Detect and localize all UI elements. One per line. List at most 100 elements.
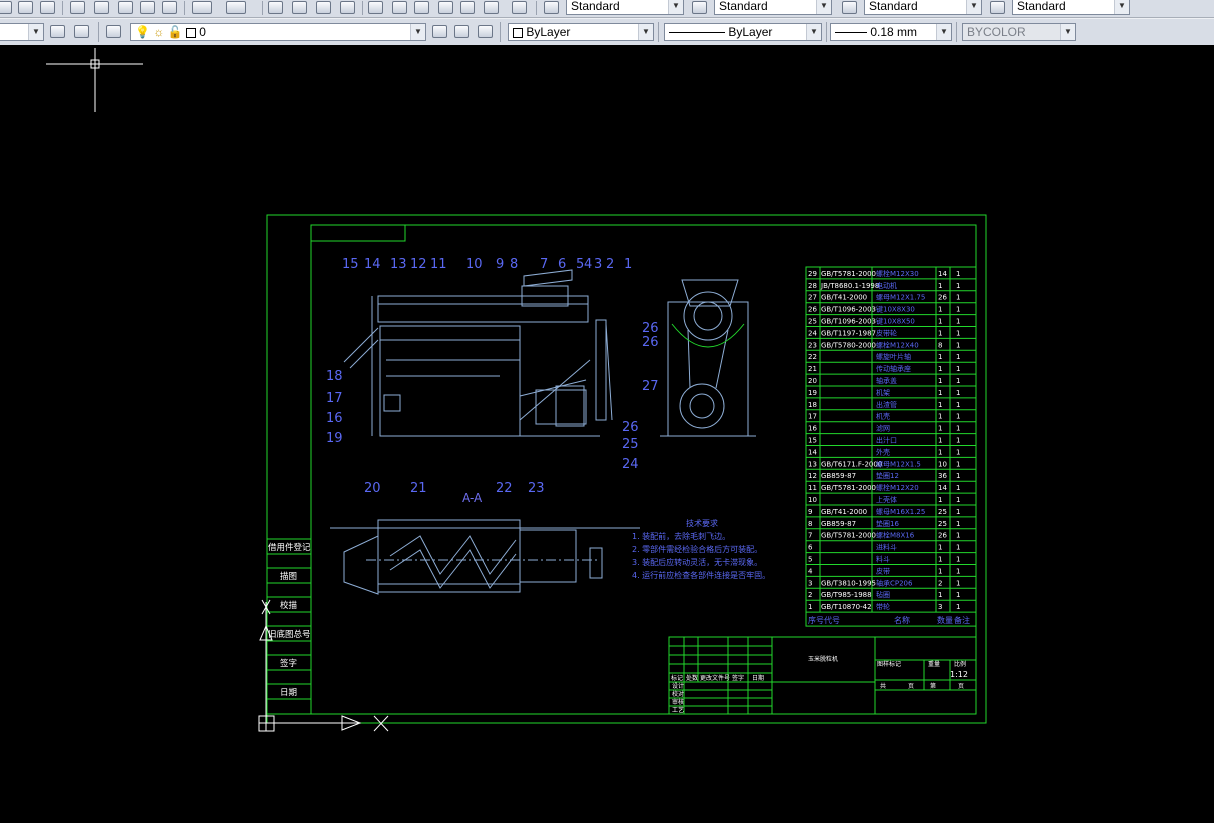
bom-cell: 1 (808, 603, 812, 611)
toolbar-separator (658, 22, 659, 42)
bom-header-cell: 名称 (894, 615, 910, 625)
dim-style-value: Standard (719, 0, 768, 13)
sheet-set-icon[interactable] (438, 1, 453, 14)
bom-cell: 1 (956, 341, 960, 349)
zoom-window-icon[interactable] (316, 1, 331, 14)
undo-icon[interactable] (192, 1, 212, 14)
zoom-previous-icon[interactable] (340, 1, 355, 14)
bom-cell: 1 (938, 544, 942, 552)
balloon-label: 6 (558, 257, 566, 272)
sidebar-labels: 借用件登记 描图 校描 旧底图总号 签字 日期 (268, 542, 311, 698)
bom-cell: 14 (938, 484, 947, 492)
bom-cell: GB/T5781-2000 (821, 532, 876, 540)
bom-cell: 8 (938, 341, 942, 349)
bom-cell: 1 (956, 437, 960, 445)
linetype-value: ByLayer (728, 25, 773, 39)
layer-properties-icon[interactable] (106, 25, 121, 38)
bom-cell: GB/T1197-1987 (821, 329, 876, 337)
linetype-sample-icon (669, 32, 725, 34)
bom-cell: 10 (938, 460, 947, 468)
table-style-select[interactable]: Standard ▼ (864, 0, 982, 15)
text-style-icon[interactable] (544, 1, 559, 14)
drawing-canvas[interactable]: 借用件登记 描图 校描 旧底图总号 签字 日期 A-A 15 14 13 12 … (0, 45, 1214, 819)
text-style-value: Standard (571, 0, 620, 13)
match-properties-icon[interactable] (140, 1, 155, 14)
title-block-label: 设计 (672, 682, 684, 690)
open-icon[interactable] (0, 1, 12, 14)
section-title: A-A (462, 491, 483, 505)
layer-select[interactable]: 💡 ☼ 🔓 0 ▼ (130, 23, 426, 41)
tool-palettes-icon[interactable] (414, 1, 429, 14)
title-block-label: 页 (908, 683, 914, 690)
toolbar-separator (262, 1, 263, 15)
bom-cell: 垫圈12 (876, 471, 899, 480)
make-current-icon[interactable] (432, 25, 447, 38)
markup-icon[interactable] (460, 1, 475, 14)
toolbar-separator (536, 1, 537, 15)
lineweight-select[interactable]: 0.18 mm ▼ (830, 23, 952, 41)
mleader-style-select[interactable]: Standard ▼ (1012, 0, 1130, 15)
balloon-label: 11 (430, 257, 447, 272)
copy-icon[interactable] (94, 1, 109, 14)
bom-cell: GB/T10870-42 (821, 603, 872, 611)
bom-cell: 螺栓M12X40 (876, 340, 919, 349)
bom-cell: 16 (808, 425, 817, 433)
bom-cell: 14 (808, 448, 817, 456)
bom-cell: 1 (956, 567, 960, 575)
mleader-style-icon[interactable] (990, 1, 1005, 14)
lineweight-sample-icon (835, 32, 867, 34)
bom-cell: 1 (956, 484, 960, 492)
zoom-realtime-icon[interactable] (292, 1, 307, 14)
title-block-label: 图样标记 (877, 660, 901, 668)
color-select[interactable]: ByLayer ▼ (508, 23, 654, 41)
bom-cell: 1 (956, 329, 960, 337)
paste-icon[interactable] (118, 1, 133, 14)
text-style-select[interactable]: Standard ▼ (566, 0, 684, 15)
balloon-label: 2 (606, 257, 614, 272)
save-icon[interactable] (18, 1, 33, 14)
dim-style-icon[interactable] (692, 1, 707, 14)
publish-icon[interactable] (40, 1, 55, 14)
chevron-down-icon: ▼ (806, 24, 821, 40)
properties-icon[interactable] (368, 1, 383, 14)
balloon-label: 26 (622, 420, 639, 435)
workspace-settings-icon[interactable] (50, 25, 65, 38)
bom-cell: 机壳 (876, 412, 890, 421)
chevron-down-icon: ▼ (966, 0, 981, 14)
pan-icon[interactable] (268, 1, 283, 14)
block-editor-icon[interactable] (162, 1, 177, 14)
bom-cell: 26 (938, 532, 947, 540)
bom-cell: 1 (938, 353, 942, 361)
tech-req-line: 3. 装配后应转动灵活，无卡滞现象。 (632, 557, 762, 567)
layer-previous-icon[interactable] (74, 25, 89, 38)
linetype-select[interactable]: ByLayer ▼ (664, 23, 822, 41)
bom-cell: 进料斗 (876, 543, 897, 552)
bom-cell: 传动轴承座 (876, 364, 911, 373)
layer-state-icon[interactable] (478, 25, 493, 38)
sidebar-label: 校描 (280, 600, 298, 611)
dim-style-select[interactable]: Standard ▼ (714, 0, 832, 15)
bom-cell: 1 (956, 603, 960, 611)
cut-icon[interactable] (70, 1, 85, 14)
bom-cell: 1 (956, 460, 960, 468)
help-icon[interactable] (512, 1, 527, 14)
balloon-label: 16 (326, 411, 343, 426)
workspace-select[interactable]: ▼ (0, 23, 44, 41)
balloon-label: 13 (390, 257, 407, 272)
table-style-icon[interactable] (842, 1, 857, 14)
tech-req-title: 技术要求 (686, 518, 718, 528)
color-swatch-icon (513, 27, 523, 38)
layers-properties-toolbar: ▼ 💡 ☼ 🔓 0 ▼ ByLayer ▼ ByLayer ▼ 0.18 mm … (0, 18, 1214, 46)
redo-icon[interactable] (226, 1, 246, 14)
layer-previous-icon[interactable] (454, 25, 469, 38)
balloon-label: 1 (624, 257, 632, 272)
bom-cell: 上壳体 (876, 495, 897, 504)
bom-cell: 6 (808, 544, 813, 552)
bom-cell: 1 (956, 389, 960, 397)
bom-cell: 滤网 (876, 424, 890, 433)
design-center-icon[interactable] (392, 1, 407, 14)
bom-cell: 1 (956, 282, 960, 290)
quickcalc-icon[interactable] (484, 1, 499, 14)
bom-cell: 键10X8X30 (876, 305, 915, 314)
bom-cell: 24 (808, 329, 817, 337)
